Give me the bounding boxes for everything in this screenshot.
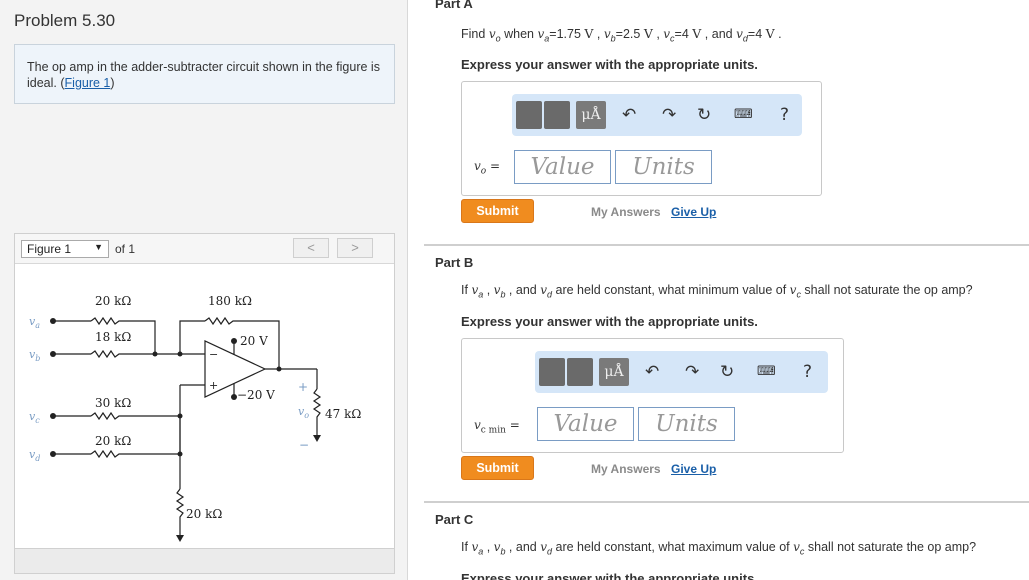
part-b-give-up[interactable]: Give Up	[671, 462, 716, 476]
figure-toolbar: Figure 1 ▼ of 1 < >	[15, 234, 394, 264]
svg-text:va: va	[29, 315, 40, 330]
svg-text:vb: vb	[29, 348, 40, 363]
part-a-title: Part A	[435, 0, 473, 11]
r-f-label: 180 kΩ	[208, 294, 252, 308]
problem-title: Problem 5.30	[14, 11, 116, 30]
keyboard-icon[interactable]: ⌨	[734, 107, 753, 122]
r-b-label: 18 kΩ	[95, 330, 131, 344]
redo-icon[interactable]: ↷	[662, 105, 676, 125]
figure-footer	[14, 548, 395, 574]
problem-statement: The op amp in the adder-subtracter circu…	[14, 44, 395, 104]
vo-plus: +	[298, 380, 308, 394]
opamp-minus: −	[209, 348, 218, 361]
figure-count: of 1	[115, 242, 136, 256]
keyboard-icon[interactable]: ⌨	[757, 364, 776, 379]
vo-minus: −	[299, 438, 309, 452]
undo-icon[interactable]: ↶	[645, 362, 659, 382]
part-b-submit-button[interactable]: Submit	[461, 456, 534, 480]
figure-panel: Figure 1 ▼ of 1 < > 20 kΩ 18 kΩ 30 kΩ 20…	[14, 233, 395, 563]
part-b-answer-box: μÅ ↶ ↷ ↻ ⌨ ? vc min = Value Units	[461, 338, 844, 453]
opamp-plus: +	[209, 379, 218, 392]
supply-pos-label: 20 V	[240, 334, 268, 348]
units-symbol-button[interactable]: μÅ	[576, 101, 606, 129]
part-divider	[424, 501, 1029, 503]
undo-icon[interactable]: ↶	[622, 105, 636, 125]
circuit-diagram: 20 kΩ 18 kΩ 30 kΩ 20 kΩ 180 kΩ 20 kΩ 47 …	[29, 294, 361, 542]
svg-text:vo: vo	[298, 405, 309, 420]
part-a-value-input[interactable]: Value	[514, 150, 611, 184]
part-a-answer-box: μÅ ↶ ↷ ↻ ⌨ ? vo = Value Units	[461, 81, 822, 196]
prev-figure-button[interactable]: <	[293, 238, 329, 258]
part-b-my-answers[interactable]: My Answers	[591, 462, 661, 476]
part-a-give-up[interactable]: Give Up	[671, 205, 716, 219]
r-g-label: 20 kΩ	[186, 507, 222, 521]
r-a-label: 20 kΩ	[95, 294, 131, 308]
figure-select-value: Figure 1	[27, 242, 72, 256]
units-symbol-button[interactable]: μÅ	[599, 358, 629, 386]
part-b-units-input[interactable]: Units	[638, 407, 735, 441]
part-a-submit-button[interactable]: Submit	[461, 199, 534, 223]
r-c-label: 30 kΩ	[95, 396, 131, 410]
part-a-units-input[interactable]: Units	[615, 150, 712, 184]
part-a-math-toolbar: μÅ ↶ ↷ ↻ ⌨ ?	[512, 94, 802, 136]
fraction-button[interactable]	[544, 101, 570, 129]
dropdown-arrow-icon: ▼	[94, 242, 103, 252]
next-figure-button[interactable]: >	[337, 238, 373, 258]
redo-icon[interactable]: ↷	[685, 362, 699, 382]
problem-panel: Problem 5.30 The op amp in the adder-sub…	[0, 0, 408, 580]
supply-neg-label: −20 V	[237, 388, 275, 402]
figure-select[interactable]: Figure 1 ▼	[21, 240, 109, 258]
templates-button[interactable]	[539, 358, 565, 386]
part-b-instruction: Express your answer with the appropriate…	[461, 314, 758, 329]
part-b-answer-label: vc min =	[474, 418, 520, 436]
part-a-instruction: Express your answer with the appropriate…	[461, 57, 758, 72]
svg-text:vc: vc	[29, 410, 40, 425]
reset-icon[interactable]: ↻	[697, 105, 711, 125]
templates-button[interactable]	[516, 101, 542, 129]
help-button[interactable]: ?	[803, 362, 812, 382]
part-b-math-toolbar: μÅ ↶ ↷ ↻ ⌨ ?	[535, 351, 828, 393]
part-a-my-answers[interactable]: My Answers	[591, 205, 661, 219]
r-l-label: 47 kΩ	[325, 407, 361, 421]
part-b-value-input[interactable]: Value	[537, 407, 634, 441]
part-c-question: If va , vb , and vd are held constant, w…	[461, 540, 977, 557]
fraction-button[interactable]	[567, 358, 593, 386]
help-button[interactable]: ?	[780, 105, 789, 125]
part-a-question: Find vo when va=1.75 V , vb=2.5 V , vc=4…	[461, 26, 782, 44]
part-c-title: Part C	[435, 512, 474, 527]
svg-text:vd: vd	[29, 448, 40, 463]
part-b-question: If va , vb , and vd are held constant, w…	[461, 283, 973, 300]
part-a-answer-label: vo =	[474, 159, 501, 177]
reset-icon[interactable]: ↻	[720, 362, 734, 382]
part-c-instruction: Express your answer with the appropriate…	[461, 571, 758, 580]
r-d-label: 20 kΩ	[95, 434, 131, 448]
figure-link[interactable]: Figure 1	[65, 76, 111, 90]
part-b-title: Part B	[435, 255, 474, 270]
part-divider	[424, 244, 1029, 246]
